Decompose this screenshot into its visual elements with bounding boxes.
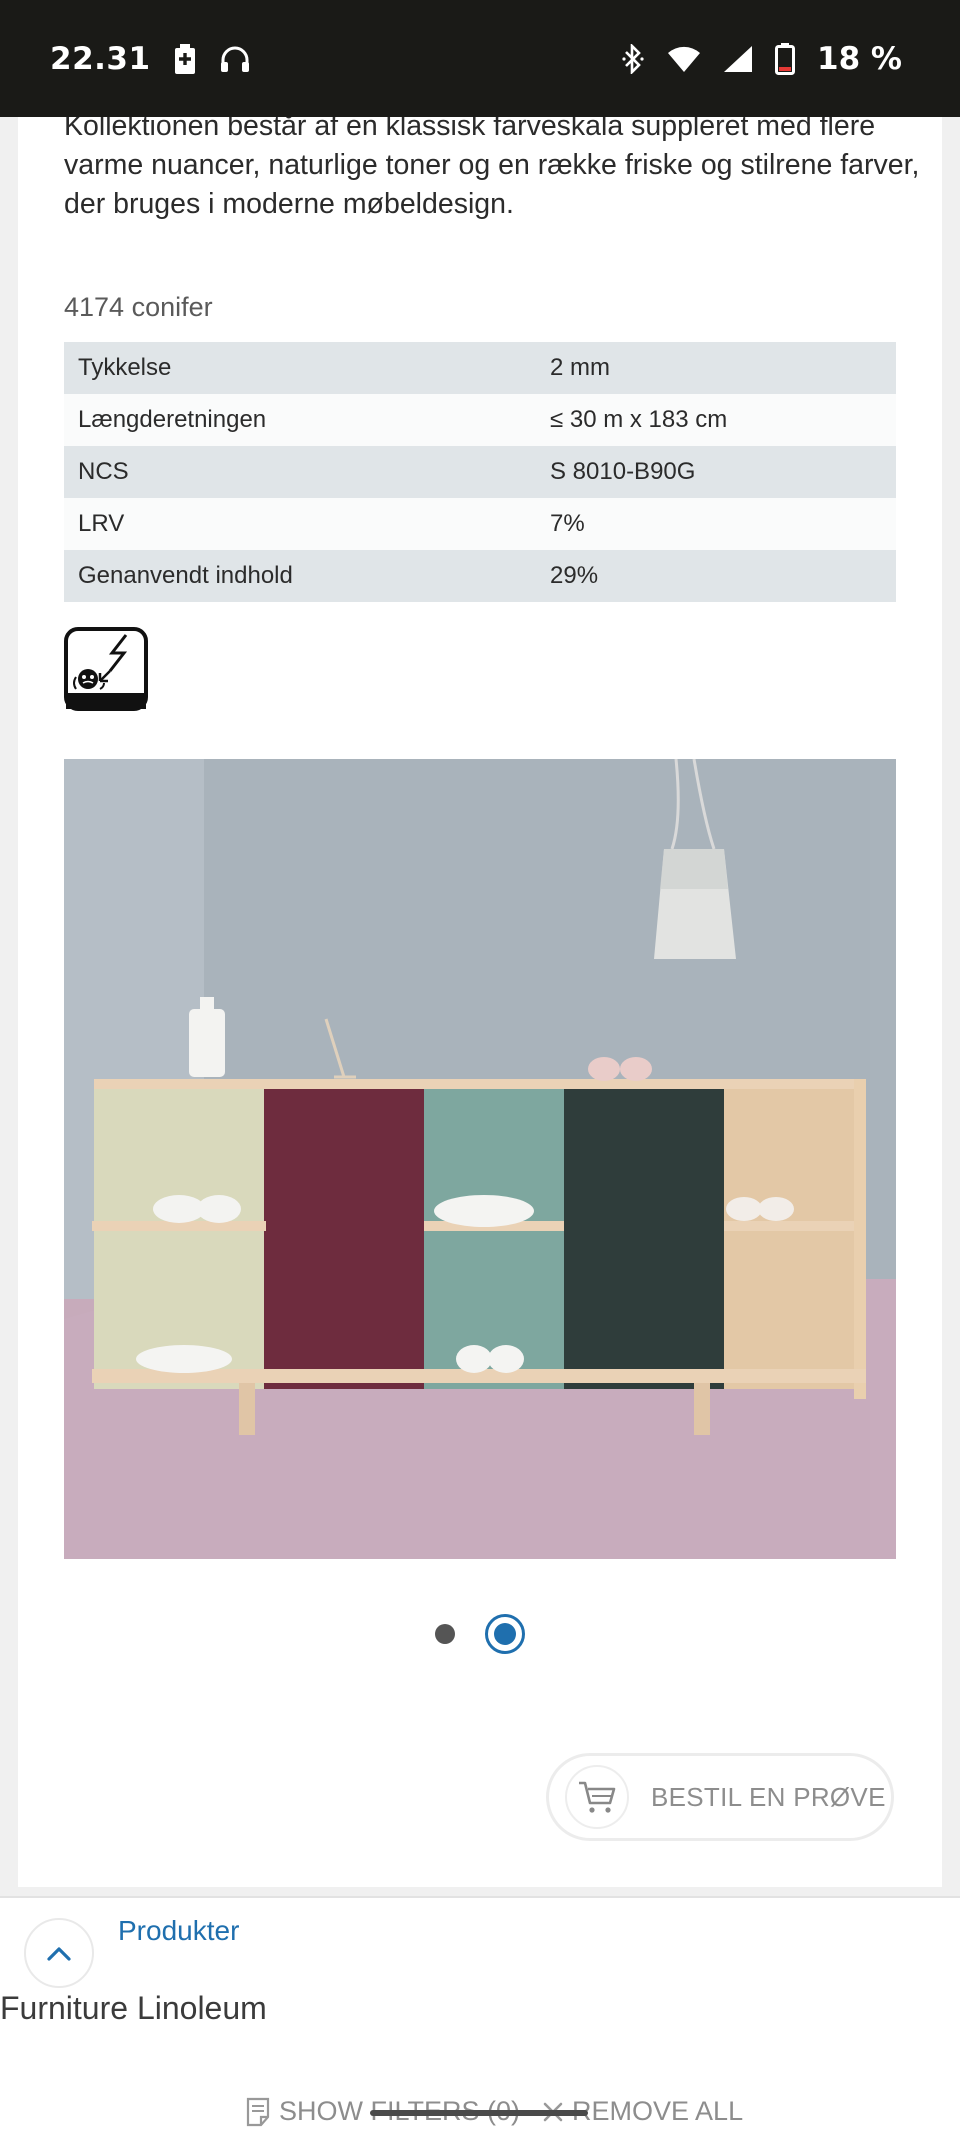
spec-label: Genanvendt indhold (64, 550, 536, 602)
page-title: Furniture Linoleum (0, 1990, 267, 2026)
table-row: LRV 7% (64, 498, 896, 550)
bottom-sheet: Produkter Furniture Linoleum SHOW FILTER… (0, 1898, 960, 2133)
bluetooth-icon (621, 43, 645, 74)
product-image[interactable] (64, 759, 896, 1559)
carousel-dots (18, 1609, 942, 1659)
battery-percent: 18 % (817, 40, 902, 77)
breadcrumb-link-products[interactable]: Produkter (118, 1915, 239, 1947)
wifi-icon (667, 45, 701, 73)
status-bar: 22.31 18 % (0, 0, 960, 117)
spec-value: 2 mm (536, 342, 896, 394)
spec-label: LRV (64, 498, 536, 550)
spec-label: Tykkelse (64, 342, 536, 394)
product-detail-card: Kollektionen består af en klassisk farve… (18, 117, 942, 1887)
table-row: NCS S 8010-B90G (64, 446, 896, 498)
home-indicator[interactable] (370, 2110, 588, 2116)
battery-icon (775, 42, 795, 75)
spec-label: Længderetningen (64, 394, 536, 446)
status-right: 18 % (621, 41, 902, 77)
spec-value: ≤ 30 m x 183 cm (536, 394, 896, 446)
spec-label: NCS (64, 446, 536, 498)
table-row: Tykkelse 2 mm (64, 342, 896, 394)
cart-icon (565, 1765, 629, 1829)
chevron-up-icon (47, 1947, 71, 1961)
battery-saver-icon (173, 43, 197, 74)
status-time: 22.31 (50, 40, 151, 77)
product-code: 4174 conifer (64, 292, 213, 322)
carousel-dot[interactable] (435, 1624, 455, 1644)
table-row: Længderetningen ≤ 30 m x 183 cm (64, 394, 896, 446)
carousel-dot-active[interactable] (485, 1614, 525, 1654)
headphones-icon (219, 44, 251, 74)
spec-table: Tykkelse 2 mm Længderetningen ≤ 30 m x 1… (64, 342, 896, 602)
spec-value: S 8010-B90G (536, 446, 896, 498)
document-icon (246, 2097, 270, 2126)
remove-all-label: REMOVE ALL (572, 2096, 744, 2126)
collection-description: Kollektionen består af en klassisk farve… (64, 117, 920, 220)
status-left: 22.31 (50, 41, 251, 77)
order-sample-button[interactable]: BESTIL EN PRØVE (546, 1753, 894, 1841)
antistatic-icon (64, 627, 148, 711)
spec-value: 29% (536, 550, 896, 602)
order-sample-label: BESTIL EN PRØVE (651, 1781, 886, 1812)
spec-value: 7% (536, 498, 896, 550)
cellular-signal-icon (723, 45, 753, 73)
collapse-button[interactable] (24, 1918, 94, 1988)
table-row: Genanvendt indhold 29% (64, 550, 896, 602)
